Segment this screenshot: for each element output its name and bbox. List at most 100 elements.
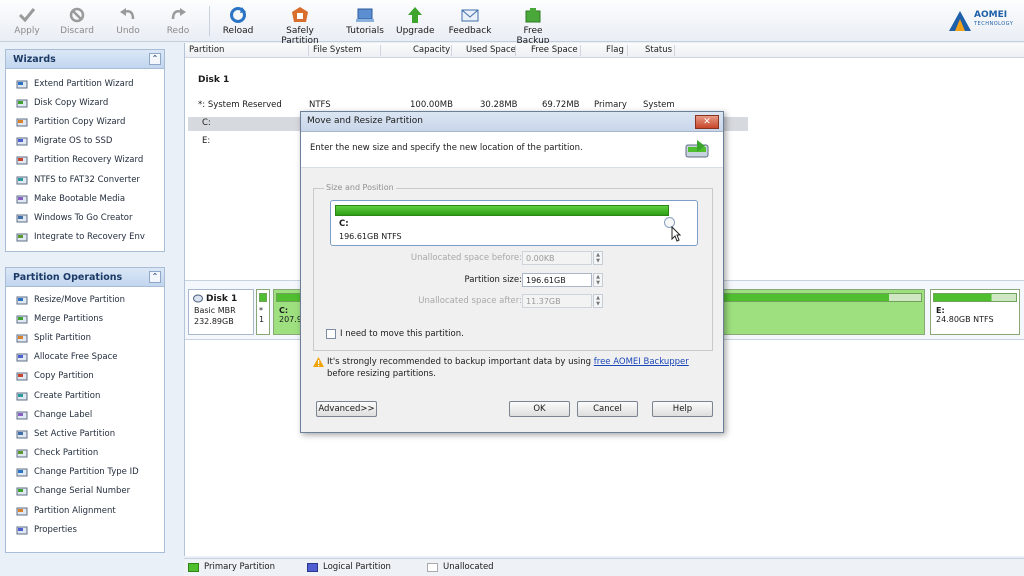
operation-change-label[interactable]: Change Label [6,405,164,424]
cell-free-space: 69.72MB [542,100,580,110]
operation-change-serial-number[interactable]: Change Serial Number [6,482,164,501]
operations-header[interactable]: Partition Operations ⌃ [6,268,164,287]
resize-move-partition-icon [16,296,28,305]
unalloc-before-spinner-icon[interactable]: ▲ ▼ [593,251,603,265]
block-size: 24.80GB NTFS [936,315,994,324]
wizard-partition-copy-wizard[interactable]: Partition Copy Wizard [6,112,164,131]
col-free-space[interactable]: Free Space [531,45,578,55]
collapse-operations-icon[interactable]: ⌃ [149,271,161,283]
col-file-system[interactable]: File System [313,45,362,55]
operation-label: Set Active Partition [34,428,116,439]
warning-text: It's strongly recommended to backup impo… [327,357,594,367]
ntfs-to-fat32-converter-icon [16,176,28,185]
col-flag[interactable]: Flag [606,45,624,55]
wizards-header[interactable]: Wizards ⌃ [6,50,164,69]
operation-label: Copy Partition [34,371,94,382]
help-button[interactable]: Help [652,401,713,417]
slider-fill[interactable] [335,205,669,216]
legend-bar: Primary Partition Logical Partition Unal… [184,558,1024,576]
integrate-to-recovery-env-icon [16,233,28,242]
cell-used-space: 30.28MB [480,100,518,110]
reload-label: Reload [222,26,254,36]
aomei-logo-icon [949,11,971,31]
upgrade-button[interactable]: Upgrade [396,3,434,39]
partition-copy-wizard-icon [16,118,28,127]
operation-change-partition-type-id[interactable]: Change Partition Type ID [6,463,164,482]
operations-title: Partition Operations [13,272,123,283]
operation-copy-partition[interactable]: Copy Partition [6,367,164,386]
free-backup-button[interactable]: Free Backup [506,3,560,46]
wizard-partition-recovery-wizard[interactable]: Partition Recovery Wizard [6,151,164,170]
col-capacity[interactable]: Capacity [413,45,450,55]
wizard-label: Partition Copy Wizard [34,116,126,127]
col-used-space[interactable]: Used Space [466,45,516,55]
tutorials-button[interactable]: Tutorials [344,3,386,39]
wizard-disk-copy-wizard[interactable]: Disk Copy Wizard [6,93,164,112]
unalloc-after-spinner-icon[interactable]: ▲ ▼ [593,294,603,308]
legend-primary: Primary Partition [188,562,275,572]
reload-button[interactable]: Reload [220,3,256,39]
cancel-button[interactable]: Cancel [577,401,638,417]
logo-sub: TECHNOLOGY [974,21,1014,27]
undo-button[interactable]: Undo [110,3,146,39]
operation-resize-move-partition[interactable]: Resize/Move Partition [6,290,164,309]
slider-partition-label: C: [339,219,349,229]
usage-bar [259,293,267,302]
operation-set-active-partition[interactable]: Set Active Partition [6,424,164,443]
wizard-make-bootable-media[interactable]: Make Bootable Media [6,189,164,208]
reload-icon [230,7,246,23]
upgrade-label: Upgrade [396,26,435,36]
partition-alignment-icon [16,507,28,516]
cell-capacity: 100.00MB [410,100,453,110]
partition-size-slider[interactable]: C: 196.61GB NTFS [330,200,698,246]
collapse-wizards-icon[interactable]: ⌃ [149,53,161,65]
unalloc-before-input[interactable]: 0.00KB [522,251,592,265]
col-partition[interactable]: Partition [189,45,224,55]
discard-button[interactable]: Discard [56,3,98,39]
feedback-button[interactable]: Feedback [448,3,492,39]
partition-size-input[interactable]: 196.61GB [522,273,592,287]
wizard-integrate-to-recovery-env[interactable]: Integrate to Recovery Env [6,228,164,247]
operation-partition-alignment[interactable]: Partition Alignment [6,501,164,520]
close-button[interactable]: ✕ [695,115,719,129]
merge-partitions-icon [16,315,28,324]
redo-button[interactable]: Redo [160,3,196,39]
operation-allocate-free-space[interactable]: Allocate Free Space [6,348,164,367]
apply-label: Apply [14,26,40,36]
logo-name: AOMEI [974,10,1008,20]
operations-list: Resize/Move Partition Merge Partitions Spl… [6,287,164,539]
wizard-ntfs-to-fat32-converter[interactable]: NTFS to FAT32 Converter [6,170,164,189]
advanced-button[interactable]: Advanced>> [316,401,377,417]
undo-label: Undo [116,26,140,36]
operation-label: Change Label [34,409,93,420]
col-status[interactable]: Status [645,45,672,55]
operation-check-partition[interactable]: Check Partition [6,444,164,463]
checkbox-box[interactable] [326,329,336,339]
disk-1-info[interactable]: Disk 1 Basic MBR 232.89GB [188,289,254,335]
partition-size-spinner-icon[interactable]: ▲ ▼ [593,273,603,287]
move-partition-checkbox[interactable]: I need to move this partition. [326,329,464,339]
redo-icon [171,8,186,20]
operation-merge-partitions[interactable]: Merge Partitions [6,309,164,328]
operation-properties[interactable]: Properties [6,520,164,539]
wizard-windows-to-go-creator[interactable]: Windows To Go Creator [6,208,164,227]
wizard-migrate-os-to-ssd[interactable]: Migrate OS to SSD [6,132,164,151]
operation-split-partition[interactable]: Split Partition [6,328,164,347]
partition-e-block[interactable]: E: 24.80GB NTFS [930,289,1020,335]
apply-button[interactable]: Apply [8,3,46,39]
size-position-group: Size and Position C: 196.61GB NTFS Unall… [313,183,713,351]
extend-partition-wizard-icon [16,80,28,89]
operation-create-partition[interactable]: Create Partition [6,386,164,405]
aomei-logo: AOMEI TECHNOLOGY [948,10,1020,32]
block-size: 1 [259,315,265,324]
operation-label: Partition Alignment [34,505,116,516]
disk-name: Disk 1 [206,294,238,304]
system-reserved-block[interactable]: * 1 [256,289,270,335]
safely-partition-button[interactable]: Safely Partition [268,3,332,46]
wizard-extend-partition-wizard[interactable]: Extend Partition Wizard [6,74,164,93]
ok-button[interactable]: OK [509,401,570,417]
wizard-label: NTFS to FAT32 Converter [34,174,140,185]
unalloc-after-input[interactable]: 11.37GB [522,294,592,308]
aomei-backupper-link[interactable]: free AOMEI Backupper [594,357,689,367]
dialog-title-bar[interactable]: Move and Resize Partition ✕ [301,112,723,132]
